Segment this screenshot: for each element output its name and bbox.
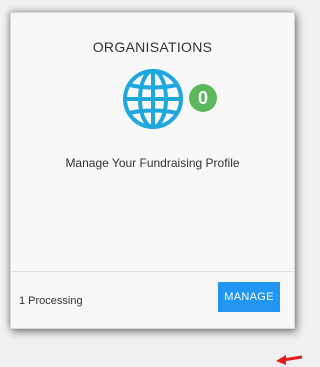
card-title: ORGANISATIONS	[92, 39, 213, 55]
organisations-card: ORGANISATIONS 0 Manage Your Fundraising …	[10, 12, 295, 329]
arrow-pointer-icon	[276, 355, 302, 365]
card-description: Manage Your Fundraising Profile	[65, 156, 240, 170]
processing-status: 1 Processing	[19, 295, 83, 307]
card-footer: 1 Processing MANAGE	[11, 271, 294, 328]
organisation-count-badge: 0	[189, 84, 217, 112]
globe-icon	[122, 68, 184, 130]
manage-button[interactable]: MANAGE	[218, 282, 280, 312]
